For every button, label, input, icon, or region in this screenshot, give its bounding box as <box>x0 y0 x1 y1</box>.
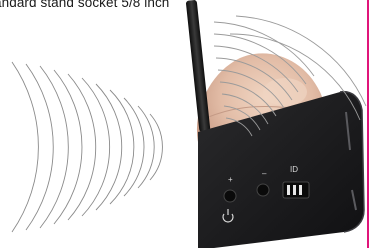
id-label: ID <box>290 165 298 174</box>
minus-label: – <box>262 169 267 178</box>
antenna <box>186 0 211 132</box>
signal-arcs-left <box>11 61 163 233</box>
product-photo: + – ID <box>11 0 367 248</box>
plus-label: + <box>228 175 233 184</box>
